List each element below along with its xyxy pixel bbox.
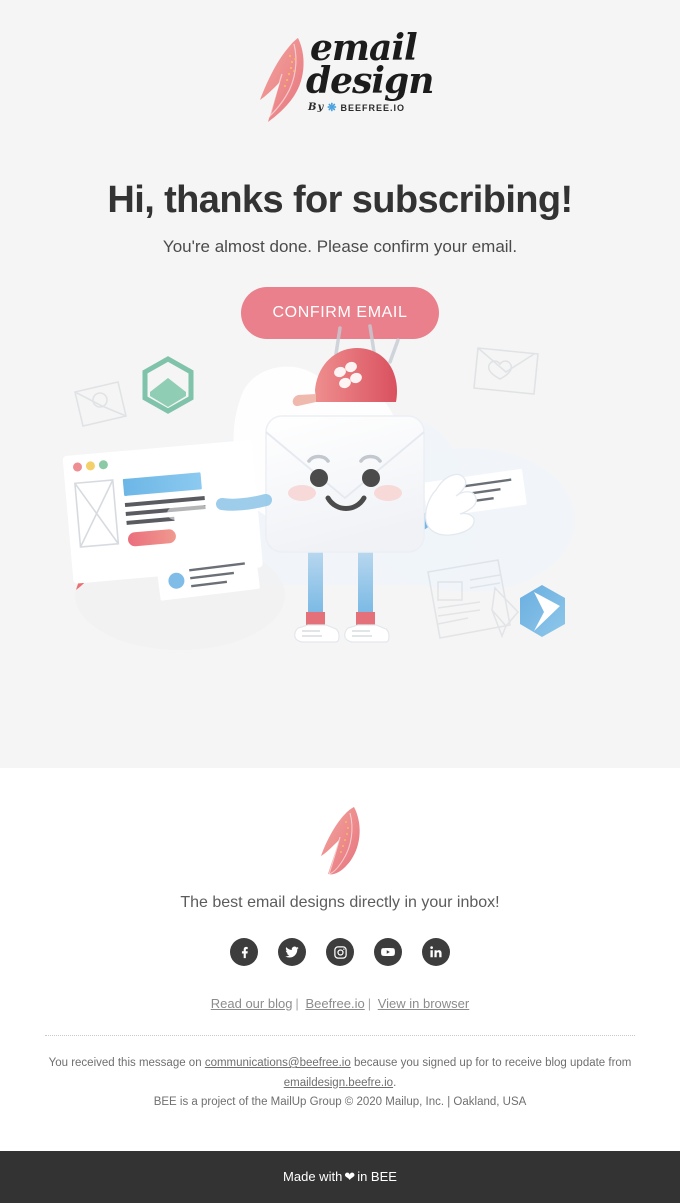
logo-wordmark: email design By ❋ BEEFREE.IO — [306, 30, 434, 114]
legal-line1-part3: . — [393, 1076, 397, 1089]
page-title: Hi, thanks for subscribing! — [107, 179, 573, 221]
legal-line1-part2: because you signed up for to receive blo… — [353, 1057, 632, 1069]
hero-section: email design By ❋ BEEFREE.IO Hi, thanks … — [0, 0, 680, 768]
email-design-logo[interactable]: email design By ❋ BEEFREE.IO — [250, 30, 434, 126]
youtube-icon[interactable] — [374, 938, 402, 966]
heart-envelope-outline-icon — [473, 347, 539, 395]
bee-icon: ❋ — [327, 102, 338, 115]
made-with-prefix: Made with — [283, 1169, 343, 1184]
footer-section: The best email designs directly in your … — [0, 768, 680, 1113]
made-with-bee-text: Made with ❤ in BEE — [283, 1169, 397, 1185]
blue-hexagon-icon — [520, 585, 565, 637]
blue-scarf — [216, 494, 272, 511]
logo-byline-prefix: By — [308, 102, 325, 114]
envelope-outline-icon — [74, 381, 127, 427]
feather-icon — [254, 34, 312, 131]
footer-link-row: Read our blog | Beefree.io | View in brows… — [0, 996, 680, 1011]
heart-icon: ❤ — [344, 1169, 356, 1184]
linkedin-icon[interactable] — [422, 938, 450, 966]
facebook-icon[interactable] — [230, 938, 258, 966]
hero-illustration — [40, 320, 640, 700]
legal-line1-part1: You received this message on — [48, 1057, 202, 1069]
legal-text: You received this message on communicati… — [0, 1054, 680, 1113]
logo-byline: By ❋ BEEFREE.IO — [308, 101, 433, 114]
link-view-in-browser[interactable]: View in browser — [378, 996, 470, 1011]
footer-tagline: The best email designs directly in your … — [180, 894, 500, 911]
link-read-our-blog[interactable]: Read our blog — [211, 996, 293, 1011]
made-with-suffix: in BEE — [357, 1169, 397, 1184]
twitter-icon[interactable] — [278, 938, 306, 966]
logo-line-design: design — [306, 60, 434, 103]
legal-line2: BEE is a project of the MailUp Group © 2… — [153, 1096, 527, 1109]
made-with-bee-bar: Made with ❤ in BEE — [0, 1151, 680, 1203]
link-separator-1: | — [295, 996, 299, 1011]
link-separator-2: | — [367, 996, 372, 1011]
logo-byline-brand: BEEFREE.IO — [340, 102, 405, 113]
instagram-icon[interactable] — [326, 938, 354, 966]
page-subtitle: You're almost done. Please confirm your … — [162, 237, 518, 257]
email-page: email design By ❋ BEEFREE.IO Hi, thanks … — [0, 0, 680, 1203]
legal-email-link[interactable]: communications@beefree.io — [205, 1057, 351, 1069]
legal-site-link[interactable]: emaildesign.beefre.io — [284, 1077, 393, 1089]
link-beefree-io[interactable]: Beefree.io — [305, 996, 364, 1011]
social-links — [0, 938, 680, 966]
logo-header: email design By ❋ BEEFREE.IO — [0, 22, 680, 140]
footer-divider — [45, 1035, 635, 1036]
green-hexagon-icon — [142, 356, 194, 414]
footer-feather-icon — [0, 804, 680, 876]
envelope-character — [265, 415, 425, 553]
